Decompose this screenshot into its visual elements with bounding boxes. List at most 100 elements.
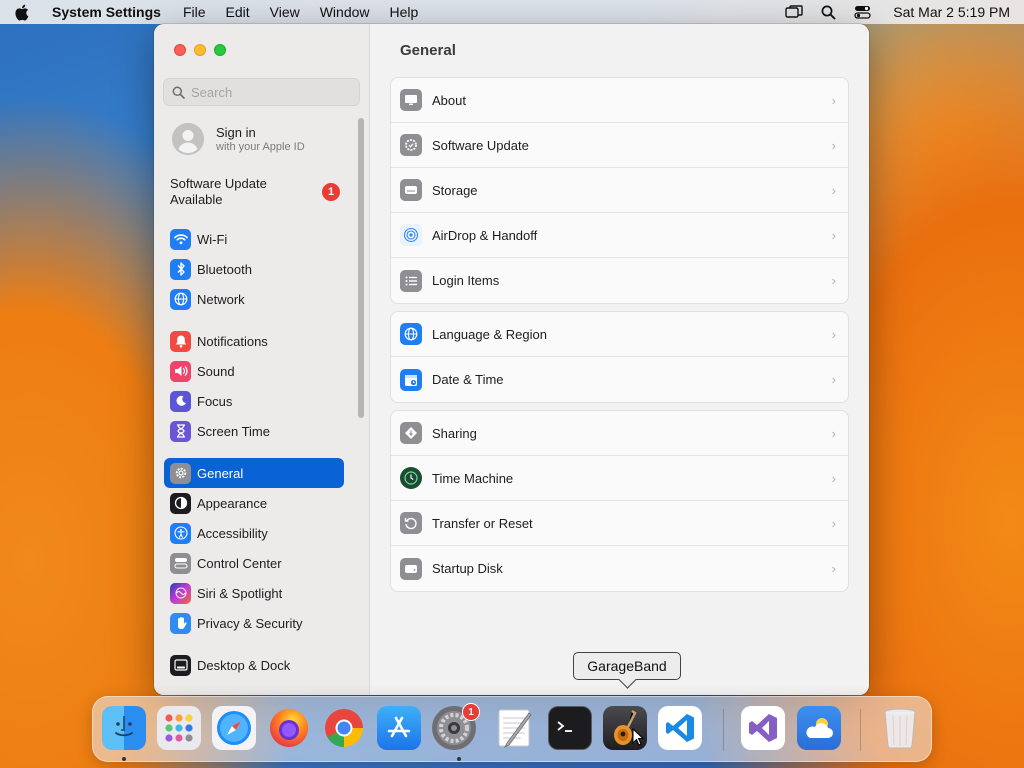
speaker-icon — [170, 360, 191, 382]
sidebar-item-notifications[interactable]: Notifications — [164, 326, 354, 356]
menu-file[interactable]: File — [183, 4, 206, 20]
row-date-time[interactable]: Date & Time › — [391, 357, 848, 402]
page-title: General — [400, 42, 456, 59]
sidebar-item-label: Siri & Spotlight — [197, 585, 283, 601]
disk-icon — [400, 557, 422, 580]
menu-help[interactable]: Help — [390, 4, 419, 20]
screen-mirroring-icon[interactable] — [785, 5, 803, 19]
hand-icon — [170, 612, 191, 634]
sidebar-item-siri-spotlight[interactable]: Siri & Spotlight — [164, 578, 354, 608]
row-login-items[interactable]: Login Items › — [391, 258, 848, 303]
sidebar-item-network[interactable]: Network — [164, 284, 354, 314]
minimize-button[interactable] — [194, 44, 206, 56]
control-center-icon — [170, 552, 191, 574]
chevron-right-icon: › — [831, 182, 836, 198]
chevron-right-icon: › — [831, 326, 836, 342]
sidebar-item-screen-time[interactable]: Screen Time — [164, 416, 354, 446]
row-label: Storage — [432, 182, 478, 198]
app-store-icon[interactable] — [377, 706, 421, 750]
spotlight-search-icon[interactable] — [821, 5, 836, 20]
row-transfer-reset[interactable]: Transfer or Reset › — [391, 501, 848, 546]
zoom-button[interactable] — [214, 44, 226, 56]
row-sharing[interactable]: Sharing › — [391, 411, 848, 456]
row-label: Sharing — [432, 425, 477, 441]
bluetooth-icon — [170, 258, 191, 280]
terminal-icon[interactable] — [548, 706, 592, 750]
sidebar-item-label: General — [197, 465, 244, 481]
globe-icon — [400, 323, 422, 345]
chrome-icon[interactable] — [322, 706, 366, 750]
chevron-right-icon: › — [831, 372, 836, 387]
row-storage[interactable]: Storage › — [391, 168, 848, 213]
row-time-machine[interactable]: Time Machine › — [391, 456, 848, 501]
vscode-icon[interactable] — [658, 706, 702, 750]
row-startup-disk[interactable]: Startup Disk › — [391, 546, 848, 591]
weather-icon[interactable] — [797, 706, 841, 750]
sidebar-item-control-center[interactable]: Control Center — [164, 548, 354, 578]
menu-app-name[interactable]: System Settings — [52, 4, 161, 20]
row-label: AirDrop & Handoff — [432, 227, 538, 243]
menu-edit[interactable]: Edit — [226, 4, 250, 20]
settings-card-system: About › Software Update › Storage › AirD… — [390, 77, 849, 304]
row-language-region[interactable]: Language & Region › — [391, 312, 848, 357]
window-controls — [174, 44, 226, 56]
row-software-update[interactable]: Software Update › — [391, 123, 848, 168]
chevron-right-icon: › — [831, 515, 836, 531]
sidebar-item-label: Accessibility — [197, 525, 268, 541]
row-label: Login Items — [432, 273, 500, 288]
storage-icon — [400, 179, 422, 201]
safari-icon[interactable] — [212, 706, 256, 750]
sidebar-item-sound[interactable]: Sound — [164, 356, 354, 386]
sidebar-scrollbar[interactable] — [358, 118, 364, 418]
menu-view[interactable]: View — [270, 4, 300, 20]
sidebar-item-focus[interactable]: Focus — [164, 386, 354, 416]
menu-bar: System Settings File Edit View Window He… — [0, 0, 1024, 24]
finder-icon[interactable] — [102, 706, 146, 750]
menu-window[interactable]: Window — [320, 4, 370, 20]
sidebar-item-label: Wi-Fi — [197, 231, 228, 247]
search-field[interactable] — [163, 78, 360, 106]
row-label: Startup Disk — [432, 561, 503, 576]
globe-icon — [170, 288, 191, 310]
settings-card-misc: Sharing › Time Machine › Transfer or Res… — [390, 410, 849, 592]
system-settings-icon[interactable]: 1 — [432, 703, 480, 750]
visual-studio-icon[interactable] — [741, 706, 785, 750]
dock: 1 — [92, 696, 932, 762]
software-update-available[interactable]: Software Update Available 1 — [164, 172, 354, 212]
sidebar-item-privacy-security[interactable]: Privacy & Security — [164, 608, 354, 638]
row-airdrop-handoff[interactable]: AirDrop & Handoff › — [391, 213, 848, 258]
launchpad-icon[interactable] — [157, 706, 201, 750]
sidebar-item-label: Desktop & Dock — [197, 657, 291, 673]
menu-clock[interactable]: Sat Mar 2 5:19 PM — [893, 4, 1010, 20]
trash-icon[interactable] — [878, 706, 922, 750]
close-button[interactable] — [174, 44, 186, 56]
sidebar-item-desktop-dock[interactable]: Desktop & Dock — [164, 650, 354, 680]
sidebar-item-appearance[interactable]: Appearance — [164, 488, 354, 518]
control-center-menu-icon[interactable] — [854, 5, 871, 19]
hourglass-icon — [170, 420, 191, 442]
chevron-right-icon: › — [831, 273, 836, 288]
row-label: About — [432, 92, 466, 108]
dock-separator — [723, 709, 724, 751]
sidebar-item-bluetooth[interactable]: Bluetooth — [164, 254, 354, 284]
moon-icon — [170, 390, 191, 412]
sidebar-item-wifi[interactable]: Wi-Fi — [164, 224, 354, 254]
gear-icon — [170, 462, 191, 484]
search-input[interactable] — [191, 84, 351, 100]
appearance-icon — [170, 492, 191, 514]
avatar — [172, 123, 204, 155]
reset-icon — [400, 512, 422, 534]
sidebar-item-label: Appearance — [197, 495, 268, 511]
software-update-label: Software Update Available — [170, 176, 267, 207]
firefox-icon[interactable] — [267, 706, 311, 750]
textedit-icon[interactable] — [492, 706, 536, 750]
apple-id-sign-in[interactable]: Sign in with your Apple ID — [164, 116, 354, 162]
row-label: Software Update — [432, 137, 529, 153]
time-machine-icon — [400, 467, 422, 489]
apple-menu-icon[interactable] — [14, 4, 30, 20]
software-update-icon — [400, 134, 422, 156]
sidebar-item-accessibility[interactable]: Accessibility — [164, 518, 354, 548]
row-about[interactable]: About › — [391, 78, 848, 123]
dock-badge: 1 — [462, 703, 480, 721]
sidebar-item-general[interactable]: General — [164, 458, 344, 488]
